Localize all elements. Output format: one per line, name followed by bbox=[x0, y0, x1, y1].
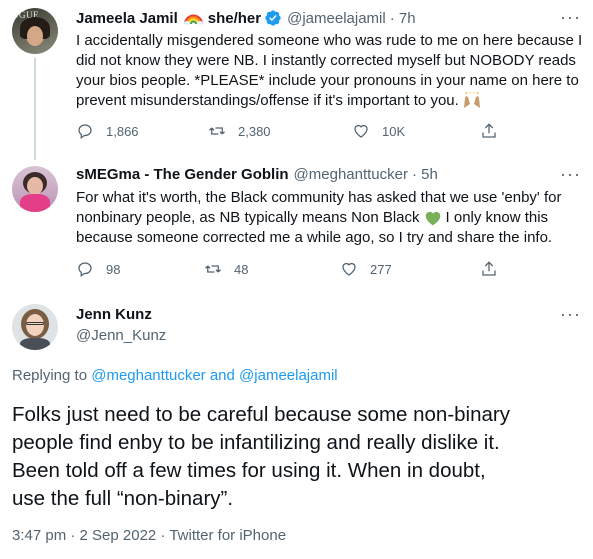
tweet-smegma[interactable]: sMEGma - The Gender Goblin @meghanttucke… bbox=[0, 158, 593, 286]
tweet-text-line: I accidentally misgendered someone who w… bbox=[76, 32, 583, 49]
share-icon bbox=[482, 261, 496, 276]
retweet-count: 48 bbox=[234, 261, 249, 277]
main-text-line: people find enby to be infantilizing and… bbox=[12, 431, 500, 454]
avatar-jenn[interactable] bbox=[12, 304, 58, 350]
main-text-line: Folks just need to be careful because so… bbox=[12, 403, 510, 426]
tweet-timestamp[interactable]: 3:47 pm · 2 Sep 2022 · Twitter for iPhon… bbox=[12, 527, 286, 544]
retweet-count: 2,380 bbox=[238, 123, 271, 139]
heart-emoji-icon bbox=[424, 210, 442, 226]
like-count: 10K bbox=[382, 123, 406, 139]
reply-count: 98 bbox=[106, 261, 121, 277]
avatar-smegma[interactable] bbox=[12, 166, 58, 212]
main-text-line: Been told off a few times for using it. … bbox=[12, 459, 486, 482]
more-icon[interactable]: ··· bbox=[560, 305, 581, 323]
share-button[interactable] bbox=[480, 122, 498, 140]
author-pronouns: she/her bbox=[207, 9, 262, 27]
author-name[interactable]: sMEGma - The Gender Goblin bbox=[76, 166, 289, 183]
tweet-text-line: because someone corrected me a while ago… bbox=[76, 229, 553, 246]
retweet-icon bbox=[209, 127, 225, 135]
reply-icon bbox=[78, 262, 92, 278]
tweet-text-line: did not know they were NB. I instantly c… bbox=[76, 52, 576, 69]
author-handle[interactable]: @Jenn_Kunz bbox=[76, 327, 166, 344]
like-icon bbox=[342, 262, 356, 276]
reply-button[interactable]: 98 bbox=[76, 260, 120, 278]
rainbow-icon bbox=[183, 11, 203, 25]
author-name[interactable]: Jameela Jamil bbox=[76, 10, 178, 27]
retweet-button[interactable]: 48 bbox=[204, 260, 248, 278]
replying-to: Replying to @meghanttucker and @jameelaj… bbox=[12, 367, 338, 384]
verified-icon bbox=[264, 9, 282, 27]
more-icon[interactable]: ··· bbox=[560, 8, 581, 26]
retweet-icon bbox=[205, 265, 221, 273]
share-button[interactable] bbox=[480, 260, 498, 278]
like-icon bbox=[354, 124, 368, 138]
like-count: 277 bbox=[370, 261, 392, 277]
thread-line bbox=[34, 58, 36, 160]
replying-prefix: Replying to bbox=[12, 367, 88, 384]
tweet-text-line: For what it's worth, the Black community… bbox=[76, 189, 562, 206]
share-icon bbox=[482, 123, 496, 138]
raised-hands-icon bbox=[462, 91, 482, 110]
author-handle[interactable]: @jameelajamil bbox=[287, 10, 386, 27]
author-name[interactable]: Jenn Kunz bbox=[76, 306, 152, 323]
tweet-text-line: prevent misunderstandings/offense if it'… bbox=[76, 92, 459, 109]
main-tweet-text: Folks just need to be careful because so… bbox=[12, 401, 587, 513]
retweet-button[interactable]: 2,380 bbox=[208, 122, 271, 140]
like-button[interactable]: 277 bbox=[340, 260, 392, 278]
more-icon[interactable]: ··· bbox=[560, 165, 581, 183]
author-handle[interactable]: @meghanttucker bbox=[294, 166, 408, 183]
tweet-jameela[interactable]: OGUE Jameela Jamil she/her @jameelajamil… bbox=[0, 0, 593, 160]
reply-icon bbox=[78, 124, 92, 140]
avatar-jameela[interactable]: OGUE bbox=[12, 8, 58, 54]
like-button[interactable]: 10K bbox=[352, 122, 405, 140]
tweet-text-line: I only know this bbox=[445, 209, 549, 226]
tweet-time[interactable]: · 5h bbox=[412, 166, 438, 183]
main-text-line: use the full “non-binary”. bbox=[12, 487, 234, 510]
tweet-time[interactable]: · 7h bbox=[390, 10, 416, 27]
tweet-text-line: your bios people. *PLEASE* include your … bbox=[76, 72, 579, 89]
reply-target-link[interactable]: @jameelajamil bbox=[239, 367, 338, 384]
reply-count: 1,866 bbox=[106, 123, 139, 139]
reply-target-and: and bbox=[209, 367, 235, 384]
reply-button[interactable]: 1,866 bbox=[76, 122, 139, 140]
tweet-text-line: nonbinary people, as NB typically means … bbox=[76, 209, 420, 226]
reply-target-link[interactable]: @meghanttucker bbox=[91, 367, 205, 384]
